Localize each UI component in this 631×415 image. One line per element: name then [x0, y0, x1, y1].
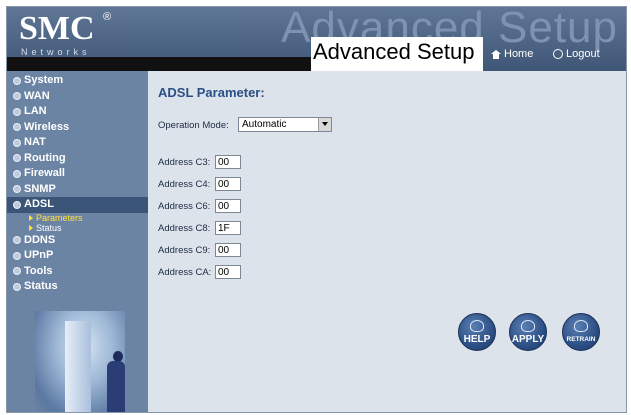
sidebar-item-label: Routing: [24, 151, 66, 164]
sidebar-subitem-status[interactable]: Status: [7, 223, 148, 233]
sidebar-item-status[interactable]: Status: [7, 279, 148, 295]
sidebar-item-label: WAN: [24, 89, 50, 102]
retrain-icon: [574, 320, 588, 332]
sidebar-item-label: DDNS: [24, 233, 56, 246]
header-bar: Advanced Setup SMC ® Networks Advanced S…: [7, 7, 626, 71]
home-icon: [491, 49, 501, 59]
page-title: ADSL Parameter:: [158, 85, 265, 100]
address-c8-label: Address C8:: [158, 223, 211, 234]
address-ca-input[interactable]: [215, 265, 241, 279]
address-c9-input[interactable]: [215, 243, 241, 257]
smc-logo: SMC ® Networks: [7, 7, 127, 58]
sidebar-item-label: System: [24, 74, 64, 86]
sidebar-item-label: Wireless: [24, 120, 70, 133]
header-strip: [7, 57, 311, 71]
help-button[interactable]: HELP: [458, 313, 496, 351]
address-ca-label: Address CA:: [158, 267, 212, 278]
bullet-icon: [13, 282, 21, 291]
bullet-icon: [13, 76, 21, 85]
help-button-label: HELP: [463, 334, 491, 345]
address-c6-input[interactable]: [215, 199, 241, 213]
arrow-icon: [29, 214, 33, 221]
address-c6-label: Address C6:: [158, 201, 211, 212]
sidebar-item-firewall[interactable]: Firewall: [7, 166, 148, 182]
home-label: Home: [504, 48, 534, 60]
home-link[interactable]: Home: [491, 48, 533, 60]
sidebar-subitem-label: Parameters: [36, 212, 83, 223]
bullet-icon: [13, 251, 21, 260]
bullet-icon: [13, 236, 21, 245]
retrain-button-label: RETRAIN: [566, 336, 596, 343]
sidebar-item-label: LAN: [24, 105, 47, 117]
retrain-button[interactable]: RETRAIN: [562, 313, 600, 351]
page-heading: Advanced Setup: [313, 39, 475, 64]
bullet-icon: [13, 185, 21, 194]
illustration-figure-body: [107, 361, 125, 412]
bullet-icon: [13, 169, 21, 178]
bullet-icon: [13, 200, 21, 209]
bullet-icon: [13, 107, 21, 116]
sidebar-subitem-label: Status: [36, 222, 62, 233]
sidebar-item-nat[interactable]: NAT: [7, 135, 148, 151]
address-c9-label: Address C9:: [158, 245, 211, 256]
sidebar-item-label: NAT: [24, 136, 46, 148]
logo-registered-mark: ®: [103, 11, 112, 23]
operation-mode-value: Automatic: [242, 119, 287, 130]
question-icon: [470, 320, 484, 332]
address-c3-input[interactable]: [215, 155, 241, 169]
sidebar-menu: System WAN LAN Wireless NAT Routing Fire…: [7, 73, 148, 295]
sidebar-item-lan[interactable]: LAN: [7, 104, 148, 120]
address-c4-label: Address C4:: [158, 179, 211, 190]
logo-subtitle: Networks: [21, 47, 91, 57]
bullet-icon: [13, 92, 21, 101]
sidebar-item-label: Firewall: [24, 167, 65, 179]
apply-button-label: APPLY: [511, 334, 545, 345]
bullet-icon: [13, 267, 21, 276]
sidebar-item-label: Tools: [24, 264, 53, 277]
sidebar-item-snmp[interactable]: SNMP: [7, 182, 148, 198]
apply-icon: [521, 320, 535, 332]
sidebar-item-system[interactable]: System: [7, 73, 148, 89]
address-c8-input[interactable]: [215, 221, 241, 235]
router-admin-window: Advanced Setup SMC ® Networks Advanced S…: [6, 6, 627, 413]
bullet-icon: [13, 138, 21, 147]
chevron-down-icon[interactable]: [318, 118, 331, 131]
sidebar-item-wireless[interactable]: Wireless: [7, 120, 148, 136]
sidebar-item-adsl[interactable]: ADSL: [7, 197, 148, 213]
sidebar-illustration: [35, 311, 125, 412]
sidebar-item-upnp[interactable]: UPnP: [7, 248, 148, 264]
logout-link[interactable]: Logout: [553, 48, 600, 60]
sidebar-item-label: Status: [24, 280, 58, 292]
sidebar-item-label: SNMP: [24, 182, 56, 195]
main-content: ADSL Parameter: Operation Mode: Automati…: [148, 71, 626, 412]
apply-button[interactable]: APPLY: [509, 313, 547, 351]
operation-mode-select[interactable]: Automatic: [238, 117, 332, 132]
address-c4-input[interactable]: [215, 177, 241, 191]
arrow-icon: [29, 224, 33, 231]
sidebar-item-wan[interactable]: WAN: [7, 89, 148, 105]
address-c3-label: Address C3:: [158, 157, 211, 168]
bullet-icon: [13, 154, 21, 163]
operation-mode-label: Operation Mode:: [158, 120, 229, 131]
sidebar-item-label: ADSL: [24, 198, 54, 210]
sidebar-item-label: UPnP: [24, 249, 54, 261]
logo-text: SMC: [19, 10, 95, 47]
sidebar: System WAN LAN Wireless NAT Routing Fire…: [7, 71, 148, 412]
sidebar-subitem-parameters[interactable]: Parameters: [7, 213, 148, 223]
illustration-door: [65, 321, 91, 412]
sidebar-item-routing[interactable]: Routing: [7, 151, 148, 167]
bullet-icon: [13, 123, 21, 132]
logout-icon: [553, 49, 563, 59]
logout-label: Logout: [566, 48, 600, 60]
sidebar-item-tools[interactable]: Tools: [7, 264, 148, 280]
sidebar-item-ddns[interactable]: DDNS: [7, 233, 148, 249]
